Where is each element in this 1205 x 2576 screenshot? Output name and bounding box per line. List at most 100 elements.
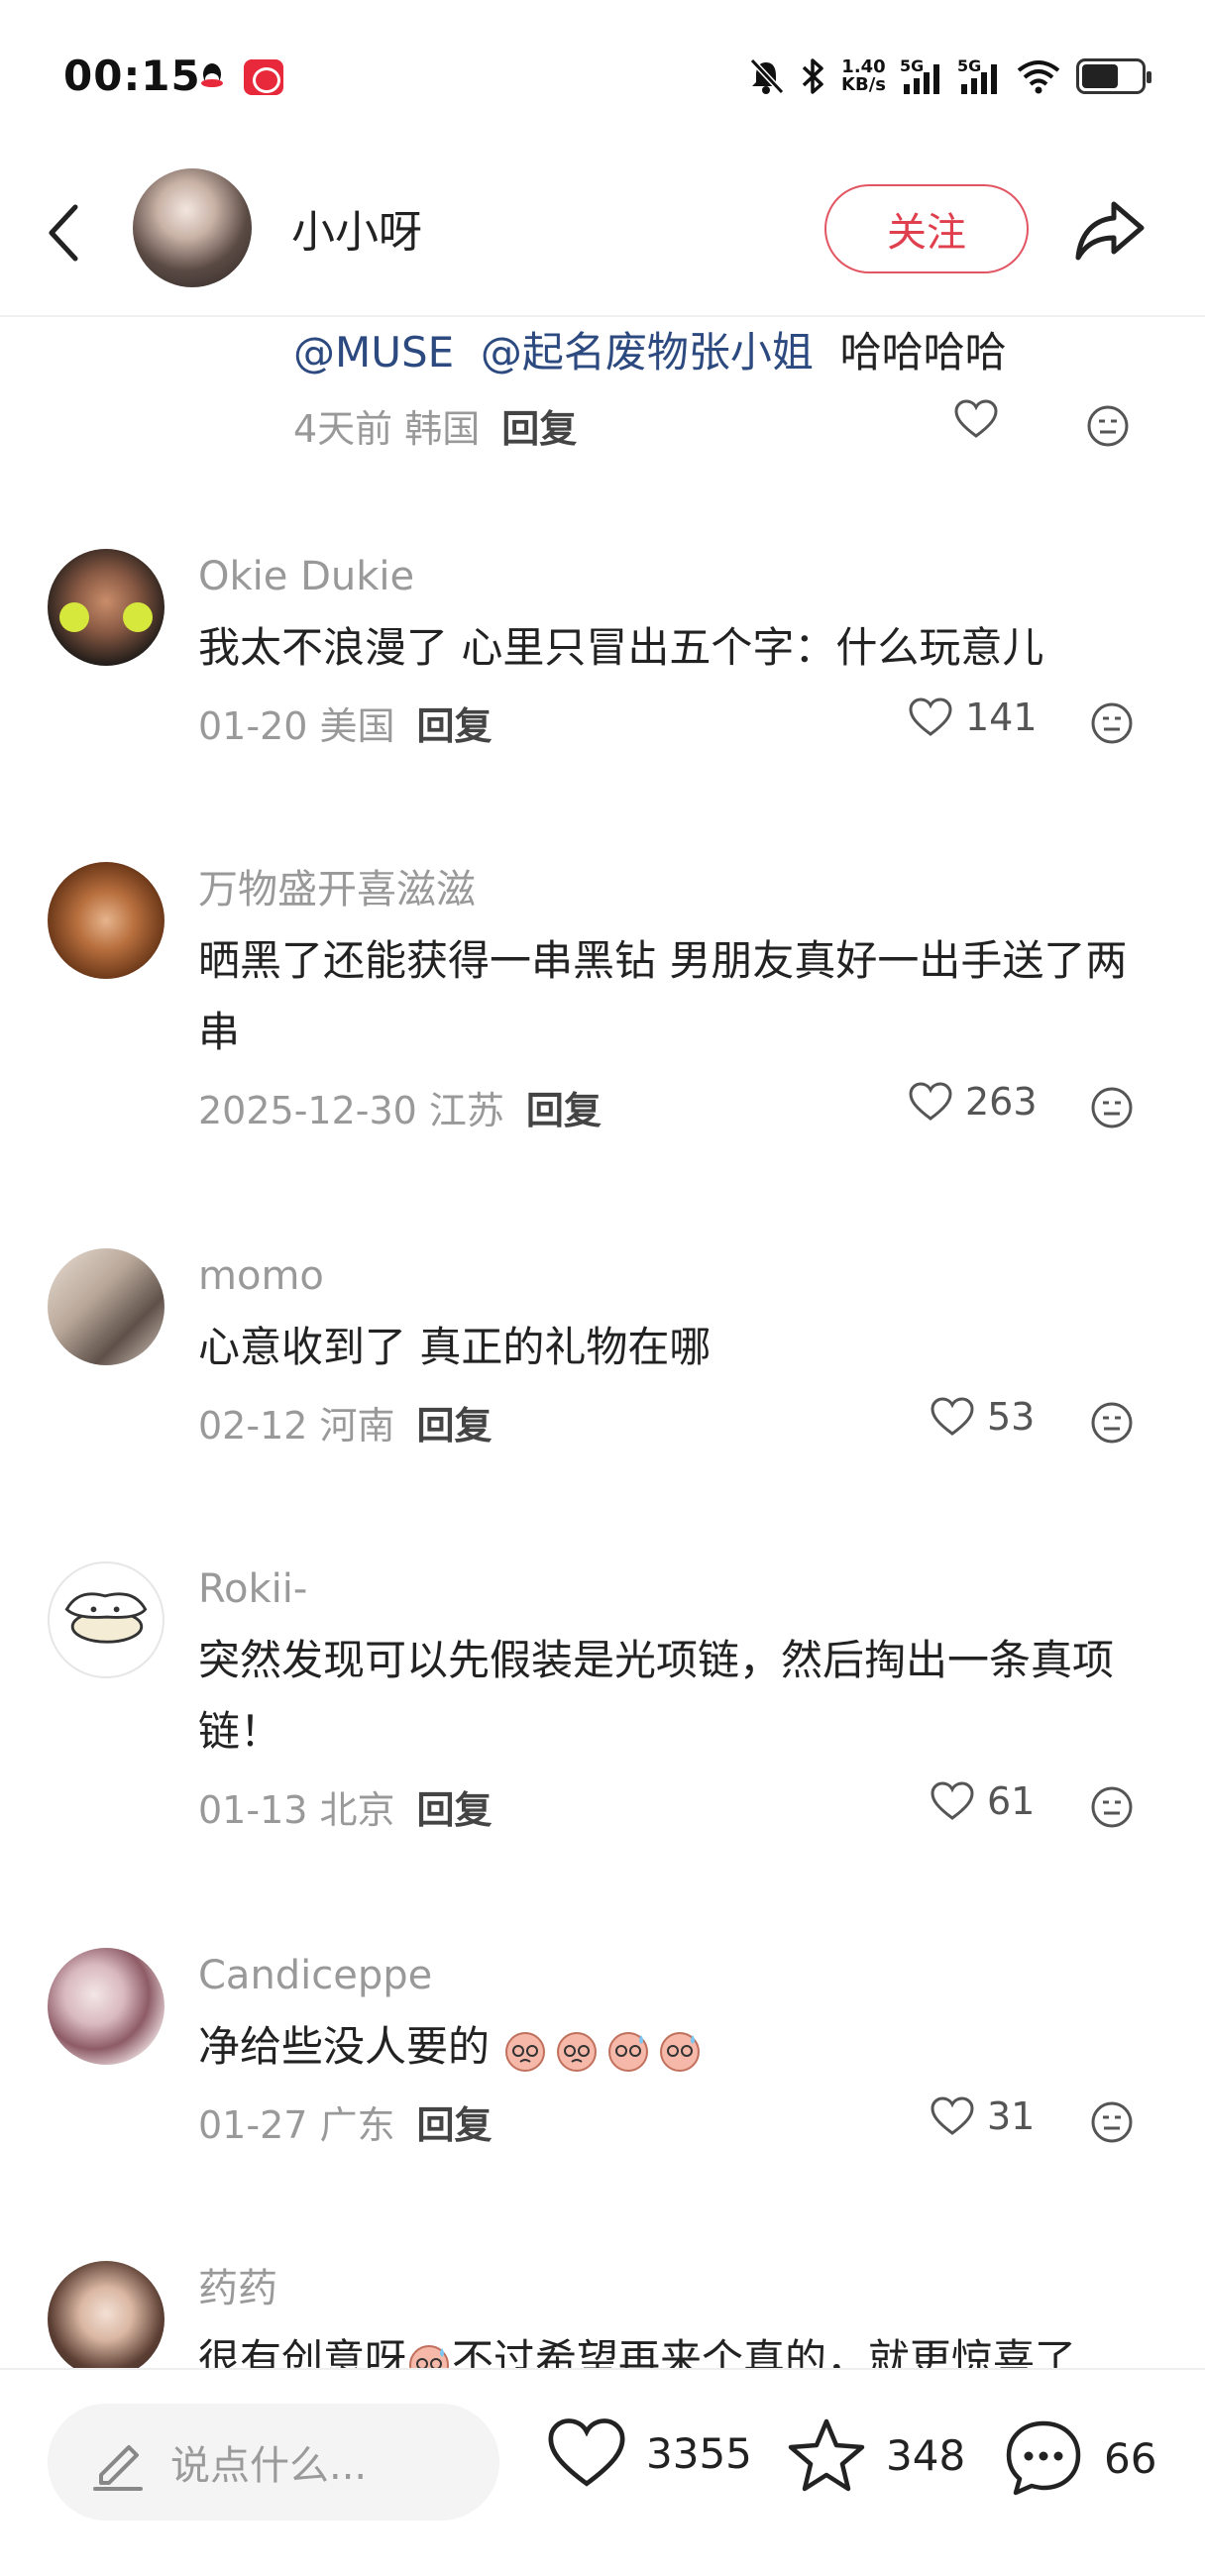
mute-bell-icon <box>749 57 785 95</box>
comment-text[interactable]: 我太不浪漫了 心里只冒出五个字：什么玩意儿 <box>198 612 1150 684</box>
battery-icon <box>1076 58 1151 94</box>
commenter-name[interactable]: momo <box>198 1246 1150 1306</box>
reaction-emoji-icon[interactable] <box>1086 404 1130 448</box>
reply-button[interactable]: 回复 <box>417 1788 493 1832</box>
comment-text[interactable]: 很有创意呀 不过希望再来个真的，就更惊喜了 <box>198 2324 1150 2368</box>
wifi-icon <box>1017 60 1060 94</box>
like-button[interactable]: 61 <box>930 1779 1035 1823</box>
commenter-name[interactable]: 药药 <box>198 2259 1150 2318</box>
like-count: 141 <box>965 696 1038 739</box>
sim2-signal: 5G <box>957 56 1001 96</box>
author-name[interactable]: 小小呀 <box>291 196 422 260</box>
comment-body: 药药 很有创意呀 不过希望再来个真的，就更惊喜了 <box>198 2259 1150 2368</box>
back-chevron-icon[interactable] <box>40 193 89 272</box>
sim1-signal: 5G <box>900 56 943 96</box>
status-time: 00:15 <box>63 52 201 100</box>
peach-sweat-face-icon <box>608 2031 649 2072</box>
bluetooth-icon <box>802 58 823 94</box>
peach-sweat-face-icon <box>660 2031 701 2072</box>
emoji-stickers <box>502 2027 703 2073</box>
commenter-avatar[interactable] <box>48 862 164 979</box>
comment-input[interactable]: 说点什么... <box>48 2404 499 2521</box>
heart-icon <box>548 2418 625 2487</box>
reply-button[interactable]: 回复 <box>501 407 577 451</box>
peach-sweat-face-icon <box>409 2344 450 2368</box>
net-speed: 1.40 KB/s <box>841 56 886 95</box>
comment-meta: 2025-12-30 江苏 回复 <box>198 1089 602 1132</box>
reaction-emoji-icon[interactable] <box>1090 1086 1134 1129</box>
mention-link[interactable]: @起名废物张小姐 <box>481 328 814 376</box>
commenter-avatar[interactable] <box>48 549 164 666</box>
like-button[interactable]: 141 <box>908 696 1038 739</box>
mention-link[interactable]: @MUSE <box>293 328 454 376</box>
reply-button[interactable]: 回复 <box>526 1089 602 1132</box>
commenter-name[interactable]: Okie Dukie <box>198 547 1150 606</box>
post-header: 小小呀 关注 <box>0 149 1205 317</box>
bottom-action-bar: 说点什么... 3355 348 66 <box>0 2368 1205 2576</box>
commenter-avatar[interactable] <box>48 1948 164 2065</box>
like-button[interactable]: 53 <box>930 1395 1035 1439</box>
peach-face-icon <box>505 2031 546 2072</box>
reply-content: 哈哈哈哈 <box>839 328 1007 376</box>
comment-meta: 01-13 北京 回复 <box>198 1788 493 1832</box>
comment-meta: 02-12 河南 回复 <box>198 1404 493 1448</box>
share-icon[interactable] <box>1070 190 1150 269</box>
comment-feed[interactable]: @MUSE @起名废物张小姐 哈哈哈哈 4天前 韩国 回复 Okie Dukie … <box>0 317 1205 2368</box>
heart-icon <box>931 2096 974 2135</box>
comment-meta: 01-20 美国 回复 <box>198 704 493 748</box>
comments-button[interactable]: 66 <box>1001 2415 1156 2501</box>
follow-button[interactable]: 关注 <box>824 184 1029 273</box>
comment-text[interactable]: 净给些没人要的 <box>198 2011 1150 2083</box>
like-count: 31 <box>987 2094 1036 2138</box>
comment-meta: 01-27 广东 回复 <box>198 2103 493 2147</box>
signal-icon <box>961 64 997 94</box>
reply-text: @MUSE @起名废物张小姐 哈哈哈哈 <box>293 319 1007 379</box>
like-button[interactable]: 263 <box>908 1080 1038 1124</box>
like-button[interactable] <box>953 398 999 440</box>
like-button[interactable]: 31 <box>930 2094 1035 2138</box>
like-count: 53 <box>987 1395 1036 1439</box>
signal-icon <box>904 64 939 94</box>
comment-body: 万物盛开喜滋滋 晒黑了还能获得一串黑钻 男朋友真好一出手送了两串 2025-12… <box>198 860 1150 1132</box>
like-count: 61 <box>987 1779 1036 1823</box>
reply-button[interactable]: 回复 <box>417 704 493 748</box>
commenter-avatar[interactable] <box>48 1248 164 1365</box>
favorite-button[interactable]: 348 <box>785 2415 965 2495</box>
comment-body: Candiceppe 净给些没人要的 01-27 广东 回复 31 <box>198 1946 1150 2147</box>
like-post-button[interactable]: 3355 <box>545 2415 752 2491</box>
status-icons: 1.40 KB/s 5G 5G <box>746 52 1151 101</box>
comment-body: Rokii- 突然发现可以先假装是光项链，然后掏出一条真项链！ 01-13 北京… <box>198 1559 1150 1832</box>
heart-icon <box>909 698 952 736</box>
comment-bubble-icon <box>1006 2420 1081 2496</box>
commenter-name[interactable]: Rokii- <box>198 1559 1150 1619</box>
reply-button[interactable]: 回复 <box>417 2103 493 2147</box>
peach-face-icon <box>557 2031 598 2072</box>
star-icon <box>788 2418 865 2492</box>
reaction-emoji-icon[interactable] <box>1090 701 1134 745</box>
favorite-total: 348 <box>886 2430 966 2480</box>
cartoon-dog-icon <box>64 1592 148 1644</box>
commenter-avatar[interactable] <box>48 1561 164 1678</box>
commenter-name[interactable]: 万物盛开喜滋滋 <box>198 860 1150 919</box>
reply-meta: 4天前 韩国 回复 <box>293 407 578 451</box>
comment-text[interactable]: 突然发现可以先假装是光项链，然后掏出一条真项链！ <box>198 1625 1150 1768</box>
status-bar: 00:15 1.40 KB/s 5G 5G <box>0 0 1205 149</box>
reply-button[interactable]: 回复 <box>417 1404 493 1448</box>
heart-icon <box>931 1397 974 1436</box>
comment-input-placeholder: 说点什么... <box>170 2443 368 2489</box>
qq-icon <box>201 63 223 87</box>
heart-icon <box>954 399 998 438</box>
pencil-icon <box>93 2445 143 2491</box>
heart-icon <box>931 1781 974 1820</box>
reaction-emoji-icon[interactable] <box>1090 2100 1134 2144</box>
commenter-name[interactable]: Candiceppe <box>198 1946 1150 2005</box>
comment-text[interactable]: 心意收到了 真正的礼物在哪 <box>198 1312 1150 1383</box>
like-count: 263 <box>965 1080 1038 1124</box>
like-total: 3355 <box>646 2428 752 2478</box>
reaction-emoji-icon[interactable] <box>1090 1401 1134 1445</box>
comment-body: Okie Dukie 我太不浪漫了 心里只冒出五个字：什么玩意儿 01-20 美… <box>198 547 1150 748</box>
comment-text[interactable]: 晒黑了还能获得一串黑钻 男朋友真好一出手送了两串 <box>198 925 1150 1068</box>
reaction-emoji-icon[interactable] <box>1090 1785 1134 1829</box>
author-avatar[interactable] <box>133 168 252 287</box>
commenter-avatar[interactable] <box>48 2261 164 2368</box>
